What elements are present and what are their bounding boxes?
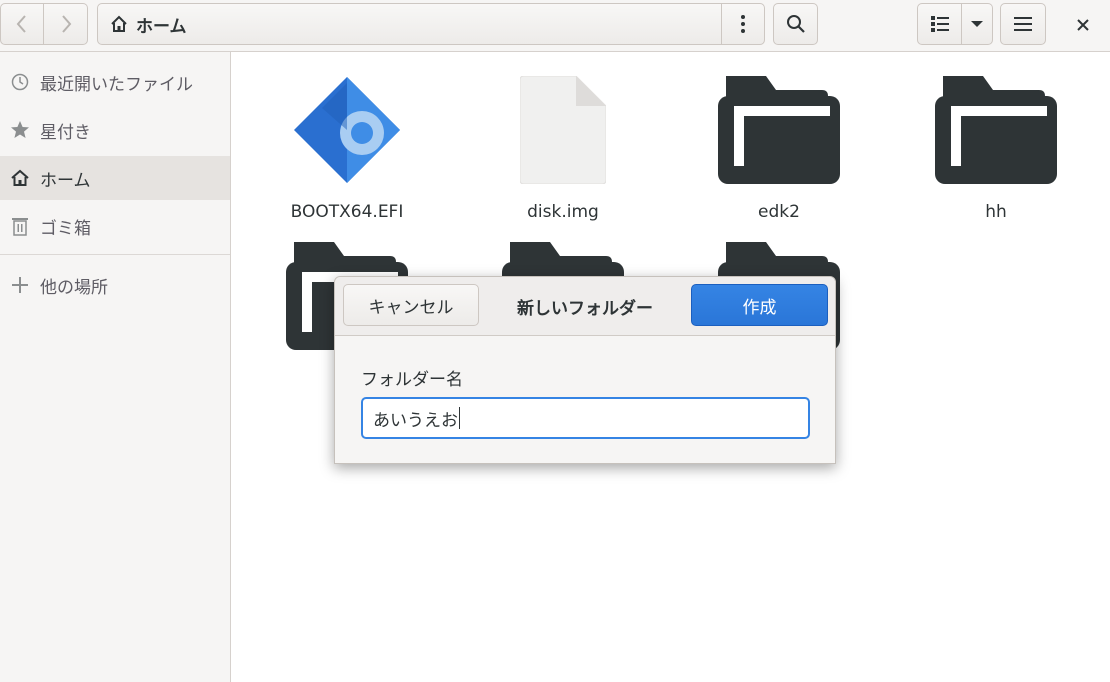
folder-icon: [718, 76, 840, 184]
text-caret: [459, 407, 460, 429]
sidebar: 最近開いたファイル 星付き ホーム ゴミ箱 他の場所: [0, 52, 231, 682]
file-item[interactable]: edk2: [694, 62, 864, 222]
file-item[interactable]: disk.img: [478, 62, 648, 222]
sidebar-item-label: ゴミ箱: [40, 218, 91, 239]
sidebar-item-starred[interactable]: 星付き: [0, 108, 230, 152]
cancel-button[interactable]: キャンセル: [343, 284, 479, 326]
new-folder-dialog: キャンセル 新しいフォルダー 作成 フォルダー名 あいうえお: [334, 276, 836, 464]
create-button[interactable]: 作成: [691, 284, 828, 326]
file-name: hh: [985, 202, 1007, 222]
path-bar: ホーム: [97, 3, 765, 45]
home-icon: [10, 168, 30, 188]
back-button[interactable]: [0, 3, 44, 45]
hamburger-menu-icon: [1014, 17, 1032, 31]
chevron-down-icon: [971, 21, 983, 27]
file-name: disk.img: [527, 202, 599, 222]
clock-icon: [10, 72, 30, 92]
path-home-button[interactable]: ホーム: [98, 4, 722, 44]
sidebar-item-label: 最近開いたファイル: [40, 74, 193, 95]
sidebar-item-trash[interactable]: ゴミ箱: [0, 204, 230, 248]
sidebar-separator: [0, 254, 230, 255]
generic-file-icon: [520, 76, 606, 184]
dialog-header: キャンセル 新しいフォルダー 作成: [335, 277, 835, 336]
sidebar-item-label: 星付き: [40, 122, 91, 143]
path-home-label: ホーム: [136, 16, 187, 37]
path-menu-button[interactable]: [722, 14, 764, 34]
folder-name-input[interactable]: あいうえお: [361, 397, 810, 439]
view-buttons: [917, 3, 993, 45]
efi-executable-icon: [294, 77, 400, 183]
plus-icon: [10, 275, 30, 295]
file-name: edk2: [758, 202, 800, 222]
list-view-button[interactable]: [917, 3, 962, 45]
close-icon: [1077, 19, 1089, 31]
chevron-right-icon: [61, 15, 71, 33]
file-name: BOOTX64.EFI: [290, 202, 404, 222]
dialog-title: 新しいフォルダー: [517, 298, 653, 319]
star-icon: [10, 120, 30, 140]
close-window-button[interactable]: [1070, 12, 1096, 38]
forward-button[interactable]: [44, 3, 88, 45]
trash-icon: [10, 216, 30, 236]
header-bar: ホーム: [0, 0, 1110, 52]
search-icon: [786, 15, 805, 33]
vertical-dots-icon: [741, 15, 745, 33]
folder-name-label: フォルダー名: [361, 370, 463, 390]
view-options-button[interactable]: [962, 3, 993, 45]
sidebar-item-label: ホーム: [40, 170, 91, 191]
search-button[interactable]: [773, 3, 818, 45]
navigation-buttons: [0, 3, 89, 45]
sidebar-item-home[interactable]: ホーム: [0, 156, 230, 200]
sidebar-item-label: 他の場所: [40, 277, 108, 298]
sidebar-item-recent[interactable]: 最近開いたファイル: [0, 60, 230, 104]
file-item[interactable]: hh: [911, 62, 1081, 222]
folder-name-value: あいうえお: [373, 410, 458, 431]
main-menu-button[interactable]: [1000, 3, 1046, 45]
chevron-left-icon: [16, 15, 26, 33]
home-icon: [111, 15, 127, 32]
file-item[interactable]: BOOTX64.EFI: [262, 62, 432, 222]
sidebar-item-other-locations[interactable]: 他の場所: [0, 263, 230, 307]
folder-icon: [935, 76, 1057, 184]
list-view-icon: [930, 16, 949, 32]
